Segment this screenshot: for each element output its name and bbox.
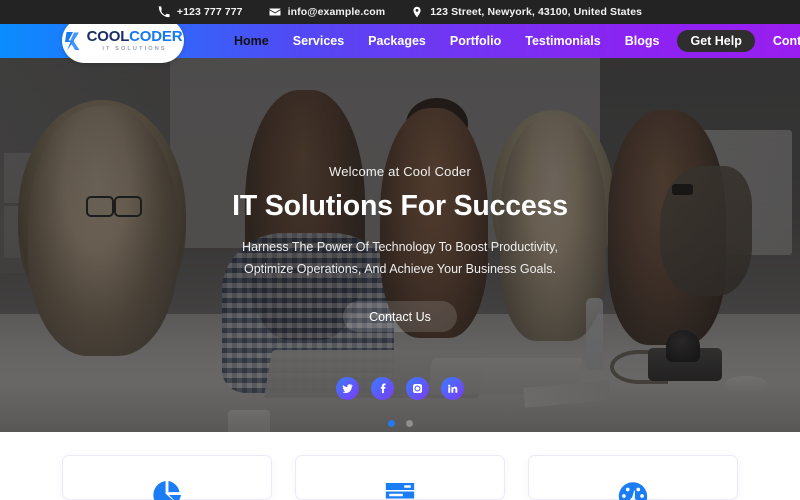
- envelope-icon: [269, 6, 281, 18]
- logo-name-part2: CODER: [129, 27, 183, 45]
- main-navbar: COOLCODER IT SOLUTIONS Home Services Pac…: [0, 18, 800, 63]
- logo-name-part1: COOL: [86, 27, 130, 45]
- nav-links: Home Services Packages Portfolio Testimo…: [222, 24, 800, 58]
- hero-carousel-dots: [387, 420, 413, 428]
- instagram-icon[interactable]: [406, 377, 429, 401]
- speedometer-icon: [616, 478, 650, 500]
- topbar-email-text: info@example.com: [287, 6, 386, 18]
- nav-item-testimonials[interactable]: Testimonials: [513, 24, 612, 58]
- topbar-address[interactable]: 123 Street, Newyork, 43100, United State…: [398, 6, 655, 18]
- twitter-icon[interactable]: [336, 377, 359, 401]
- nav-item-blogs[interactable]: Blogs: [613, 24, 672, 58]
- nav-item-home[interactable]: Home: [222, 24, 281, 58]
- nav-item-get-help[interactable]: Get Help: [677, 30, 755, 52]
- contact-us-button[interactable]: Contact Us: [343, 301, 457, 333]
- feature-card-3[interactable]: [528, 455, 738, 500]
- coolcoder-k-mark-icon: [64, 30, 84, 52]
- page-root: +123 777 777 info@example.com 123 Street…: [0, 0, 800, 500]
- hero-subtitle: Harness The Power Of Technology To Boost…: [242, 240, 558, 276]
- nav-item-packages[interactable]: Packages: [356, 24, 438, 58]
- linkedin-icon[interactable]: [441, 377, 464, 401]
- pie-chart-icon: [150, 478, 184, 500]
- feature-card-2[interactable]: [295, 455, 505, 500]
- nav-item-portfolio[interactable]: Portfolio: [438, 24, 513, 58]
- topbar-email[interactable]: info@example.com: [256, 6, 399, 18]
- topbar-phone-text: +123 777 777: [176, 6, 243, 18]
- site-logo[interactable]: COOLCODER IT SOLUTIONS: [62, 18, 184, 63]
- feature-card-1[interactable]: [62, 455, 272, 500]
- hero-welcome-text: Welcome at Cool Coder: [329, 164, 471, 179]
- facebook-icon[interactable]: [371, 377, 394, 401]
- logo-tagline: IT SOLUTIONS: [102, 45, 167, 52]
- top-info-bar: +123 777 777 info@example.com 123 Street…: [0, 0, 800, 24]
- phone-icon: [158, 6, 170, 18]
- nav-item-services[interactable]: Services: [281, 24, 356, 58]
- location-pin-icon: [411, 6, 423, 18]
- hero-section: Welcome at Cool Coder IT Solutions For S…: [0, 58, 800, 432]
- carousel-dot-1[interactable]: [387, 420, 395, 428]
- hero-title: IT Solutions For Success: [232, 190, 568, 222]
- carousel-dot-2[interactable]: [405, 420, 413, 428]
- topbar-phone[interactable]: +123 777 777: [145, 6, 256, 18]
- topbar-address-text: 123 Street, Newyork, 43100, United State…: [430, 6, 643, 18]
- nav-item-contact[interactable]: Contact: [761, 24, 800, 58]
- hero-content: Welcome at Cool Coder IT Solutions For S…: [0, 58, 800, 432]
- server-stack-icon: [383, 478, 417, 500]
- hero-social-links: [336, 377, 464, 401]
- features-section: [0, 432, 800, 500]
